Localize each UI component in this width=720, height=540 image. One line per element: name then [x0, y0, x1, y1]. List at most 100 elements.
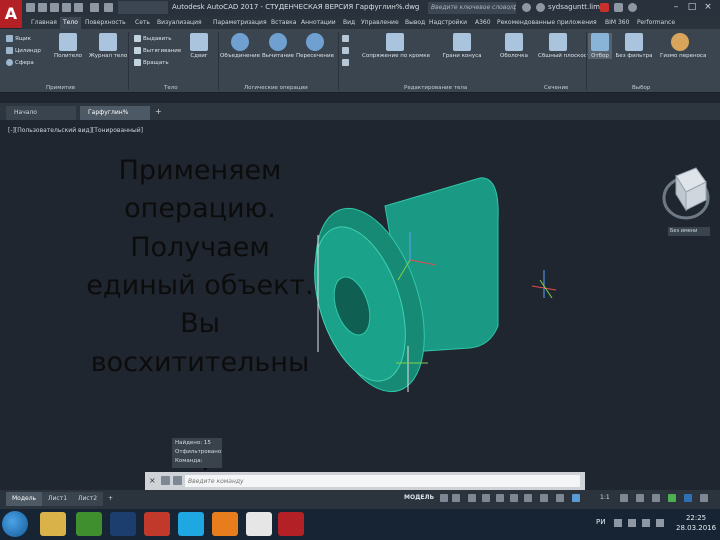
- otrack-icon[interactable]: [510, 494, 518, 502]
- grid-icon[interactable]: [440, 494, 448, 502]
- flag-icon[interactable]: [656, 519, 664, 527]
- help-icon[interactable]: [628, 3, 637, 12]
- yandex-browser-icon[interactable]: [246, 512, 272, 536]
- skype-icon[interactable]: [178, 512, 204, 536]
- command-input[interactable]: [185, 475, 580, 487]
- close-button[interactable]: ×: [700, 1, 716, 14]
- exchange-icon[interactable]: [614, 3, 623, 12]
- tab-home[interactable]: Главная: [28, 17, 60, 29]
- annotation-monitor-icon[interactable]: [652, 494, 660, 502]
- tab-surface[interactable]: Поверхность: [82, 17, 129, 29]
- move-gizmo-button[interactable]: Гизмо переноса: [660, 33, 706, 59]
- tab-mesh[interactable]: Сеть: [132, 17, 153, 29]
- tab-model[interactable]: Модель: [6, 492, 43, 506]
- snap-icon[interactable]: [452, 494, 460, 502]
- cart-icon[interactable]: [600, 3, 609, 12]
- tab-solid[interactable]: Тело: [60, 17, 81, 29]
- close-cmd-icon[interactable]: ×: [149, 476, 156, 485]
- print-icon[interactable]: [74, 3, 83, 12]
- tab-layout2[interactable]: Лист2: [72, 492, 104, 506]
- volume-icon[interactable]: [642, 519, 650, 527]
- tray-up-icon[interactable]: [614, 519, 622, 527]
- cylinder-button[interactable]: Цилиндр: [6, 47, 41, 54]
- culling-button[interactable]: Отбор: [588, 33, 612, 59]
- intersect-button[interactable]: Пересечение: [294, 33, 336, 59]
- viewport-controls-label[interactable]: [-][Пользовательский вид][Тонированный]: [8, 127, 143, 134]
- isolate-icon[interactable]: [668, 494, 676, 502]
- blender-icon[interactable]: [212, 512, 238, 536]
- user-name[interactable]: sydsaguntt.lim: [548, 3, 600, 11]
- file-tab-drawing[interactable]: Гарфуглин%: [80, 106, 150, 120]
- tab-bim360[interactable]: BIM 360: [602, 17, 632, 29]
- tab-output[interactable]: Вывод: [402, 17, 428, 29]
- maximize-button[interactable]: □: [684, 1, 700, 14]
- sphere-button[interactable]: Сфера: [6, 59, 34, 66]
- union-button[interactable]: Объединение: [220, 33, 260, 59]
- edit-tool-2[interactable]: [342, 47, 351, 54]
- tab-manage[interactable]: Управление: [358, 17, 402, 29]
- save-as-icon[interactable]: [62, 3, 71, 12]
- tab-annotate[interactable]: Аннотации: [298, 17, 339, 29]
- fillet-edge-button[interactable]: Сопряжение по кромке: [362, 33, 430, 59]
- box-button[interactable]: Ящик: [6, 35, 31, 42]
- tab-parametric[interactable]: Параметризация: [210, 17, 270, 29]
- start-button[interactable]: [2, 511, 28, 537]
- polysolid-button[interactable]: Политело: [48, 33, 88, 59]
- section-plane-button[interactable]: Сбшный плоскость: [538, 33, 593, 59]
- tab-performance[interactable]: Performance: [634, 17, 678, 29]
- edit-tool-1[interactable]: [342, 35, 351, 42]
- transparency-icon[interactable]: [540, 494, 548, 502]
- hardware-accel-icon[interactable]: [684, 494, 692, 502]
- photoshop-icon[interactable]: [110, 512, 136, 536]
- wrench-icon[interactable]: [161, 476, 170, 485]
- new-layout-button[interactable]: +: [102, 492, 119, 506]
- osnap-icon[interactable]: [496, 494, 504, 502]
- open-icon[interactable]: [38, 3, 47, 12]
- network-icon[interactable]: [628, 519, 636, 527]
- recent-commands-icon[interactable]: [173, 476, 182, 485]
- tab-insert[interactable]: Вставка: [268, 17, 299, 29]
- tab-view[interactable]: Вид: [340, 17, 358, 29]
- video-icon[interactable]: [144, 512, 170, 536]
- language-indicator[interactable]: РИ: [596, 518, 605, 526]
- edit-tool-3[interactable]: [342, 59, 351, 66]
- workspace-select[interactable]: [118, 1, 168, 14]
- taskbar-clock[interactable]: 22:25 28.03.2016: [676, 513, 716, 533]
- viewcube[interactable]: [662, 167, 710, 220]
- utorrent-icon[interactable]: [76, 512, 102, 536]
- selection-cycling-icon[interactable]: [556, 494, 564, 502]
- tab-featured-apps[interactable]: Рекомендованные приложения: [494, 17, 600, 29]
- no-filter-button[interactable]: Без фильтра: [614, 33, 654, 59]
- polar-icon[interactable]: [482, 494, 490, 502]
- search-input[interactable]: Введите ключевое слово/фразу: [428, 2, 516, 14]
- settings-icon[interactable]: [620, 494, 628, 502]
- lineweight-icon[interactable]: [524, 494, 532, 502]
- user-icon[interactable]: [536, 3, 545, 12]
- loft-button[interactable]: Журнал тело: [86, 33, 130, 59]
- tab-layout1[interactable]: Лист1: [42, 492, 74, 506]
- revolve-button[interactable]: Вращать: [134, 59, 169, 66]
- customize-icon[interactable]: [700, 494, 708, 502]
- tab-a360[interactable]: A360: [472, 17, 494, 29]
- save-icon[interactable]: [50, 3, 59, 12]
- view-name-select[interactable]: Без имени: [668, 227, 710, 236]
- 3d-osnap-icon[interactable]: [572, 494, 580, 502]
- sweep-button[interactable]: Вытягивание: [134, 47, 181, 54]
- extrude-button[interactable]: Выдавить: [134, 35, 172, 42]
- new-icon[interactable]: [26, 3, 35, 12]
- shell-button[interactable]: Оболочка: [496, 33, 532, 59]
- presspull-button[interactable]: Сдвиг: [184, 33, 214, 59]
- explorer-icon[interactable]: [40, 512, 66, 536]
- annotation-scale[interactable]: 1:1: [600, 494, 610, 501]
- tab-addins[interactable]: Надстройки: [426, 17, 470, 29]
- model-space-toggle[interactable]: МОДЕЛЬ: [404, 494, 434, 501]
- ortho-icon[interactable]: [468, 494, 476, 502]
- search-icon[interactable]: [522, 3, 531, 12]
- file-tab-start[interactable]: Начало: [6, 106, 76, 120]
- workspace-icon[interactable]: [636, 494, 644, 502]
- undo-icon[interactable]: [90, 3, 99, 12]
- subtract-button[interactable]: Вычитание: [258, 33, 298, 59]
- tab-visualize[interactable]: Визуализация: [154, 17, 205, 29]
- taper-faces-button[interactable]: Грани конуса: [442, 33, 482, 59]
- autocad-logo[interactable]: A: [0, 0, 22, 28]
